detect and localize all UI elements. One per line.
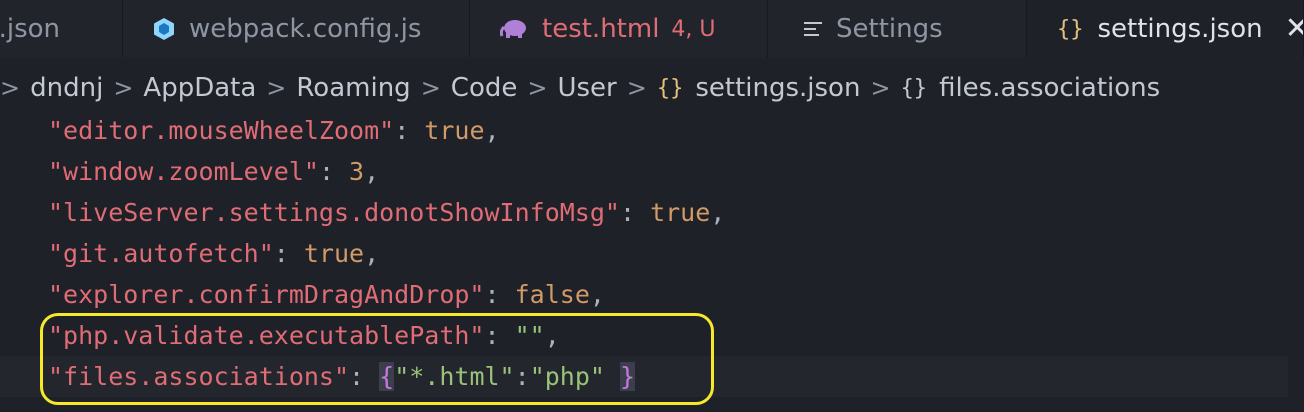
breadcrumb-label: settings.json bbox=[695, 73, 861, 103]
code-line: "explorer.confirmDragAndDrop": false, bbox=[48, 280, 605, 309]
object-braces-icon: {} bbox=[900, 75, 928, 101]
webpack-icon bbox=[153, 17, 175, 41]
tab-label: webpack.config.js bbox=[189, 14, 422, 44]
json-key: "editor.mouseWheelZoom" bbox=[48, 116, 395, 145]
tab-bar: e.json webpack.config.js test.html 4, U … bbox=[0, 0, 1304, 58]
close-brace: } bbox=[620, 362, 636, 391]
tab-label: test.html bbox=[542, 14, 660, 44]
tab-test-html[interactable]: test.html 4, U bbox=[470, 0, 768, 58]
braces-icon: {} bbox=[1057, 16, 1084, 42]
chevron-right-icon: > bbox=[113, 74, 134, 102]
tab-label: e.json bbox=[0, 14, 60, 44]
breadcrumb-item[interactable]: Code bbox=[451, 73, 518, 103]
code-line: "window.zoomLevel": 3, bbox=[48, 157, 380, 186]
code-line: "liveServer.settings.donotShowInfoMsg": … bbox=[48, 198, 726, 227]
tab-settings-json[interactable]: {} settings.json ✕ bbox=[1027, 0, 1304, 58]
tab-settings[interactable]: Settings bbox=[768, 0, 1027, 58]
chevron-right-icon: > bbox=[420, 74, 441, 102]
chevron-right-icon: > bbox=[626, 74, 647, 102]
tab-webpack-config[interactable]: webpack.config.js bbox=[123, 0, 470, 58]
code-line: "php.validate.executablePath": "", bbox=[48, 321, 560, 350]
code-line: "editor.mouseWheelZoom": true, bbox=[48, 116, 500, 145]
problems-badge: 4, U bbox=[671, 16, 716, 42]
open-brace: { bbox=[379, 362, 395, 391]
json-key: "git.autofetch" bbox=[48, 239, 274, 268]
breadcrumb-label: files.associations bbox=[939, 73, 1161, 103]
breadcrumb-item[interactable]: User bbox=[557, 73, 616, 103]
chevron-right-icon: > bbox=[0, 74, 21, 102]
json-value: true bbox=[303, 239, 365, 268]
json-value: 3 bbox=[349, 157, 365, 186]
braces-icon: {} bbox=[656, 75, 684, 101]
json-key: "window.zoomLevel" bbox=[48, 157, 319, 186]
json-inner-key: "*.html" bbox=[394, 362, 515, 391]
json-inner-value: "php" bbox=[529, 362, 605, 391]
tab-label: Settings bbox=[836, 14, 943, 44]
breadcrumb-file[interactable]: {} settings.json bbox=[657, 73, 861, 103]
json-value: true bbox=[650, 198, 711, 227]
code-editor[interactable]: "editor.mouseWheelZoom": true, "window.z… bbox=[0, 110, 1288, 397]
close-icon[interactable]: ✕ bbox=[1285, 14, 1303, 44]
json-value: true bbox=[424, 116, 485, 145]
settings-lines-icon bbox=[804, 21, 822, 37]
json-value: false bbox=[514, 280, 590, 309]
json-key: "explorer.confirmDragAndDrop" bbox=[48, 280, 485, 309]
json-key: "liveServer.settings.donotShowInfoMsg" bbox=[48, 198, 620, 227]
json-value: "" bbox=[514, 321, 545, 350]
tab-json-file[interactable]: e.json bbox=[0, 0, 123, 58]
code-line-current: "files.associations": {"*.html":"php" } bbox=[0, 356, 1288, 397]
breadcrumb-symbol[interactable]: {} files.associations bbox=[901, 73, 1161, 103]
breadcrumb-item[interactable]: dndnj bbox=[30, 73, 103, 103]
json-key: "files.associations" bbox=[48, 362, 350, 391]
breadcrumb-item[interactable]: Roaming bbox=[296, 73, 410, 103]
chevron-right-icon: > bbox=[527, 74, 548, 102]
code-line: "git.autofetch": true, bbox=[48, 239, 380, 268]
breadcrumb-item[interactable]: AppData bbox=[143, 73, 256, 103]
tab-label: settings.json bbox=[1097, 14, 1263, 44]
breadcrumb: > dndnj > AppData > Roaming > Code > Use… bbox=[0, 58, 1304, 118]
php-elephant-icon bbox=[500, 19, 528, 39]
chevron-right-icon: > bbox=[870, 74, 891, 102]
json-key: "php.validate.executablePath" bbox=[48, 321, 485, 350]
chevron-right-icon: > bbox=[266, 74, 287, 102]
